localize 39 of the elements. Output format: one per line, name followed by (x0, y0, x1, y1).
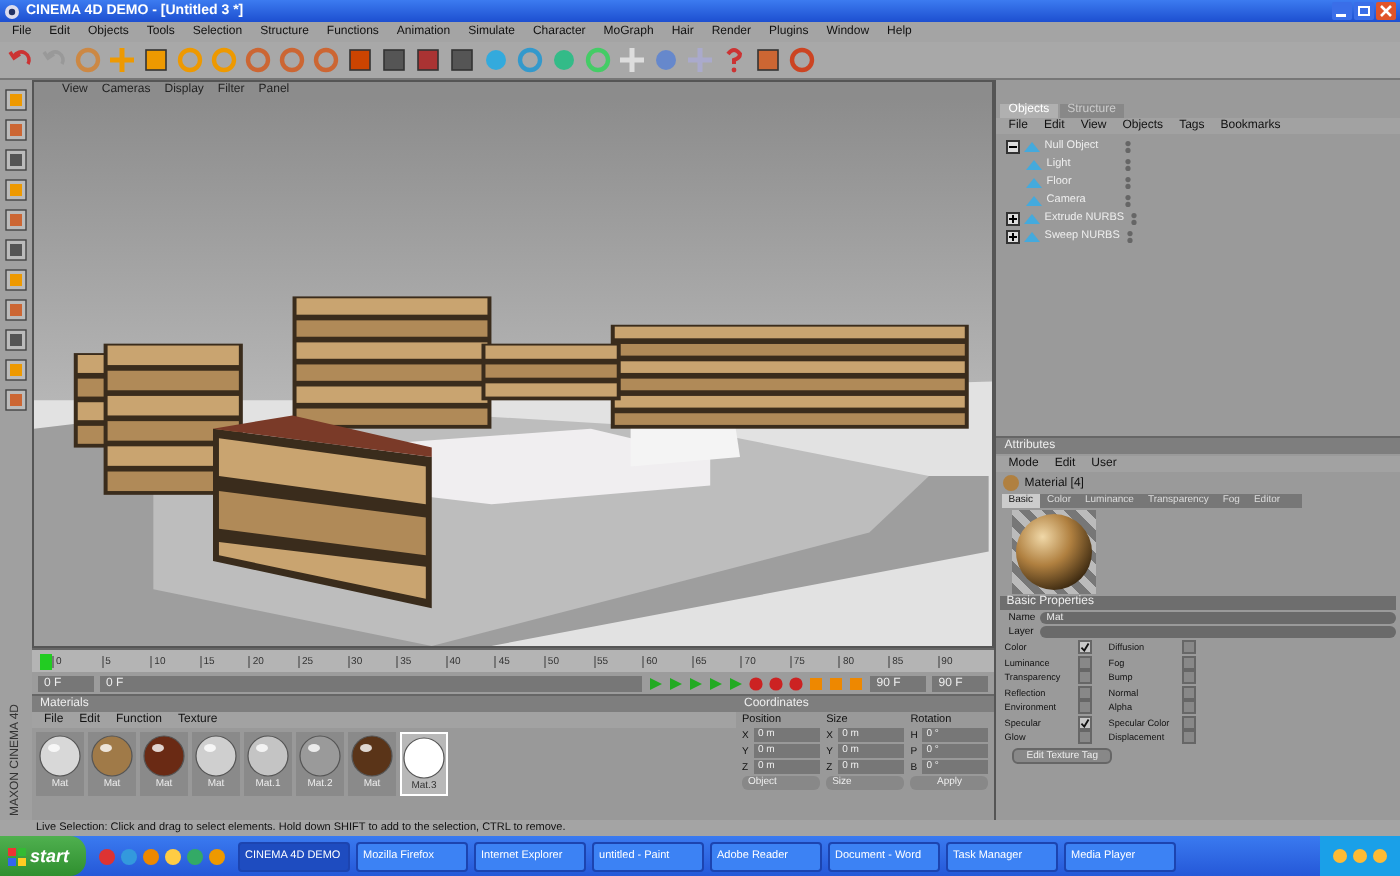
text-field[interactable] (1040, 626, 1397, 638)
minimize-icon[interactable] (1332, 2, 1352, 20)
key-position-icon[interactable] (808, 675, 825, 691)
collapse-icon[interactable] (1006, 139, 1021, 153)
checkbox[interactable] (1182, 700, 1197, 715)
checkmark-icon (1080, 642, 1091, 653)
material-ball-icon (1002, 474, 1021, 492)
checkbox[interactable] (1078, 640, 1093, 655)
key-rotation-icon[interactable] (848, 675, 865, 691)
key-scale-icon[interactable] (828, 675, 845, 691)
checkbox[interactable] (1182, 655, 1197, 670)
visibility-dots-icon[interactable] (1122, 193, 1135, 207)
checkbox[interactable] (1182, 715, 1197, 730)
visibility-dots-icon[interactable] (1122, 139, 1135, 153)
expand-icon[interactable] (1006, 211, 1021, 225)
restore-icon[interactable] (1354, 2, 1374, 20)
visibility-dots-icon[interactable] (1122, 157, 1135, 171)
visibility-dots-icon[interactable] (1122, 175, 1135, 189)
checkbox[interactable] (1078, 685, 1093, 700)
app-logo-icon (4, 3, 20, 19)
windows-logo-icon (8, 847, 26, 865)
checkbox[interactable] (1182, 685, 1197, 700)
start-button[interactable]: start (0, 836, 86, 876)
close-icon[interactable] (1376, 2, 1396, 20)
playhead-icon[interactable] (39, 653, 52, 669)
checkbox[interactable] (1078, 715, 1093, 730)
visibility-dots-icon[interactable] (1123, 229, 1136, 243)
rotate-icon[interactable] (210, 46, 238, 74)
expand-icon[interactable] (1006, 229, 1021, 243)
checkbox[interactable] (1182, 670, 1197, 685)
checkbox[interactable] (1182, 640, 1197, 655)
scale-icon[interactable] (142, 46, 170, 74)
checkbox[interactable] (1182, 730, 1197, 745)
checkbox[interactable] (1078, 700, 1093, 715)
checkbox[interactable] (1078, 730, 1093, 745)
checkbox[interactable] (1078, 670, 1093, 685)
visibility-dots-icon[interactable] (1128, 211, 1141, 225)
checkbox[interactable] (1078, 655, 1093, 670)
checkmark-icon (1080, 717, 1091, 728)
